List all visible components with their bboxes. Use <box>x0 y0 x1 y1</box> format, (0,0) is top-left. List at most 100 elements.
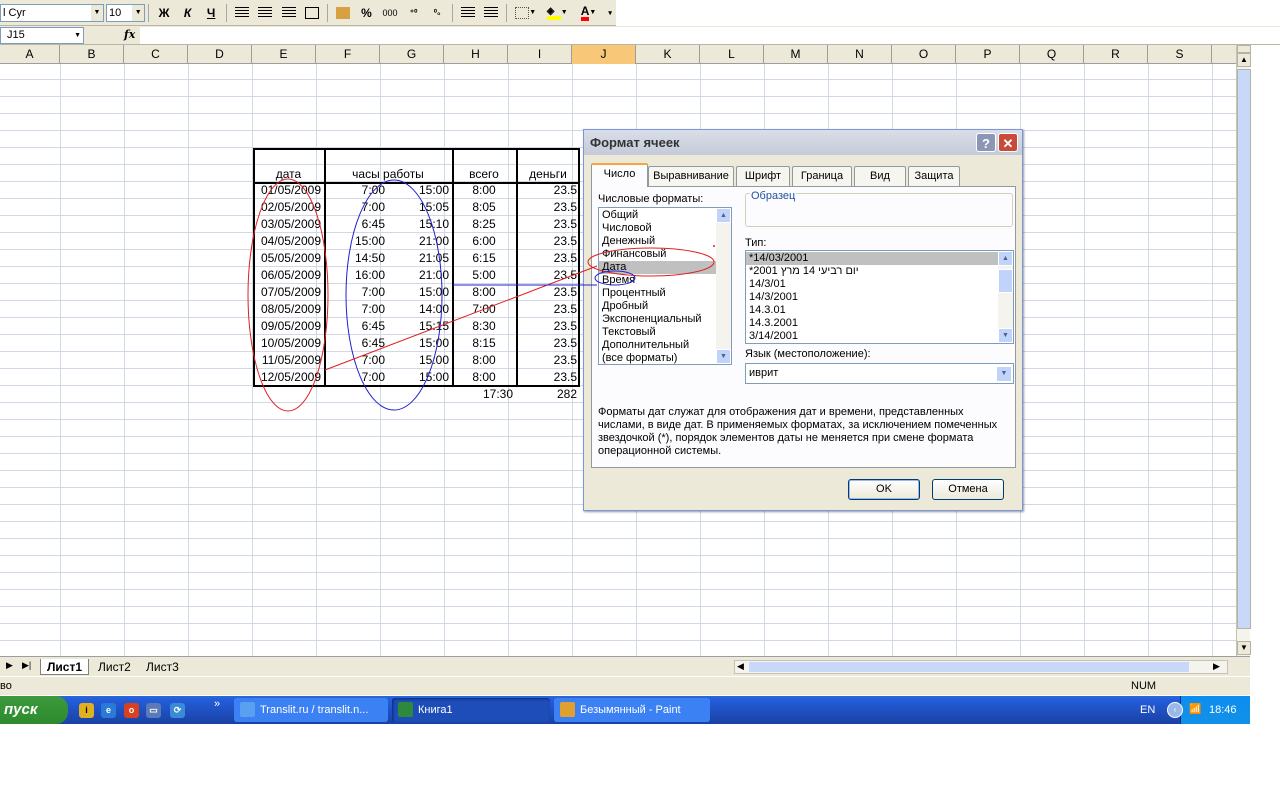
bold-button[interactable]: Ж <box>153 3 175 23</box>
locale-select[interactable]: иврит ▼ <box>745 363 1014 384</box>
date-type-item[interactable]: 14/3/2001 <box>746 291 1013 304</box>
browser-icon[interactable]: o <box>124 703 139 718</box>
money-cell[interactable]: 23.5 <box>516 335 580 352</box>
total-hours-cell[interactable]: 8:00 <box>452 284 516 301</box>
number-format-item[interactable]: Дата <box>599 261 731 274</box>
thousands-button[interactable]: 000 <box>379 3 401 23</box>
cancel-button[interactable]: Отмена <box>932 479 1004 500</box>
sheet-tab[interactable]: Лист2 <box>92 659 137 675</box>
percent-button[interactable]: % <box>356 3 378 23</box>
tab-scroll-next-icon[interactable]: ▶ <box>6 660 13 671</box>
money-cell[interactable]: 23.5 <box>516 216 580 233</box>
horizontal-scroll-thumb[interactable] <box>749 662 1189 672</box>
italic-button[interactable]: К <box>177 3 199 23</box>
internet-explorer-icon[interactable]: e <box>101 703 116 718</box>
money-cell[interactable]: 23.5 <box>516 199 580 216</box>
chevron-down-icon[interactable]: ▼ <box>90 4 103 21</box>
scroll-down-icon[interactable]: ▼ <box>716 349 731 364</box>
money-cell[interactable]: 23.5 <box>516 182 580 199</box>
end-time-cell[interactable]: 15:00 <box>388 284 452 301</box>
start-time-cell[interactable]: 7:00 <box>324 369 388 386</box>
column-header[interactable]: J <box>572 45 636 64</box>
scroll-up-icon[interactable]: ▲ <box>998 251 1013 266</box>
header-date-cell[interactable]: дата <box>253 166 324 183</box>
number-format-item[interactable]: Экспоненциальный <box>599 313 731 326</box>
column-header[interactable]: C <box>124 45 188 64</box>
total-hours-cell[interactable]: 8:25 <box>452 216 516 233</box>
close-icon[interactable]: ✕ <box>998 133 1018 152</box>
start-time-cell[interactable]: 7:00 <box>324 352 388 369</box>
chevron-down-icon[interactable]: ▼ <box>74 28 81 43</box>
header-total-cell[interactable]: всего <box>452 166 516 183</box>
end-time-cell[interactable]: 21:00 <box>388 267 452 284</box>
total-hours-cell[interactable]: 6:15 <box>452 250 516 267</box>
date-cell[interactable]: 03/05/2009 <box>253 216 324 233</box>
tab-fill[interactable]: Вид <box>854 166 906 186</box>
ok-button[interactable]: OK <box>848 479 920 500</box>
scroll-down-icon[interactable]: ▼ <box>998 328 1013 343</box>
end-time-cell[interactable]: 21:05 <box>388 250 452 267</box>
split-handle[interactable] <box>1237 45 1251 53</box>
column-header[interactable]: I <box>508 45 572 64</box>
column-header[interactable]: R <box>1084 45 1148 64</box>
header-money-cell[interactable]: деньги <box>516 166 580 183</box>
quicklaunch-more-icon[interactable]: » <box>214 698 220 710</box>
column-header[interactable]: Q <box>1020 45 1084 64</box>
scroll-down-icon[interactable]: ▼ <box>1237 641 1251 655</box>
align-right-button[interactable] <box>278 3 300 23</box>
money-cell[interactable]: 23.5 <box>516 369 580 386</box>
refresh-icon[interactable]: ⟳ <box>170 703 185 718</box>
column-header[interactable]: O <box>892 45 956 64</box>
number-format-item[interactable]: Дополнительный <box>599 339 731 352</box>
task-translit[interactable]: Translit.ru / translit.n... <box>234 698 388 722</box>
sum-hours-cell[interactable]: 17:30 <box>452 386 516 403</box>
task-excel[interactable]: Книга1 <box>392 698 550 722</box>
end-time-cell[interactable]: 15:00 <box>388 335 452 352</box>
align-left-button[interactable] <box>231 3 253 23</box>
sum-money-cell[interactable]: 282 <box>516 386 580 403</box>
money-cell[interactable]: 23.5 <box>516 318 580 335</box>
total-hours-cell[interactable]: 6:00 <box>452 233 516 250</box>
number-format-item[interactable]: Числовой <box>599 222 731 235</box>
date-cell[interactable]: 11/05/2009 <box>253 352 324 369</box>
column-header[interactable]: H <box>444 45 508 64</box>
start-time-cell[interactable]: 16:00 <box>324 267 388 284</box>
column-header[interactable]: F <box>316 45 380 64</box>
scroll-left-icon[interactable]: ◀ <box>737 661 744 672</box>
decrease-indent-button[interactable] <box>457 3 479 23</box>
number-format-item[interactable]: Текстовый <box>599 326 731 339</box>
date-cell[interactable]: 07/05/2009 <box>253 284 324 301</box>
help-icon[interactable]: ? <box>976 133 996 152</box>
toolbar-options-button[interactable]: ▾ <box>605 3 615 23</box>
name-box[interactable]: J15 ▼ <box>0 27 84 44</box>
chevron-down-icon[interactable]: ▼ <box>996 366 1012 382</box>
total-hours-cell[interactable]: 8:00 <box>452 182 516 199</box>
start-time-cell[interactable]: 15:00 <box>324 233 388 250</box>
horizontal-scrollbar[interactable]: ◀ ▶ <box>734 660 1228 674</box>
currency-button[interactable] <box>332 3 354 23</box>
language-indicator[interactable]: EN <box>1140 696 1155 724</box>
align-center-button[interactable] <box>254 3 276 23</box>
total-hours-cell[interactable]: 8:05 <box>452 199 516 216</box>
column-header[interactable]: A <box>0 45 60 64</box>
money-cell[interactable]: 23.5 <box>516 284 580 301</box>
number-format-item[interactable]: Процентный <box>599 287 731 300</box>
date-type-item[interactable]: 14.3.2001 <box>746 317 1013 330</box>
end-time-cell[interactable]: 15:00 <box>388 352 452 369</box>
tab-protection[interactable]: Защита <box>908 166 960 186</box>
column-header[interactable]: S <box>1148 45 1212 64</box>
date-cell[interactable]: 10/05/2009 <box>253 335 324 352</box>
tab-scroll-last-icon[interactable]: ▶| <box>22 660 31 671</box>
money-cell[interactable]: 23.5 <box>516 301 580 318</box>
column-header[interactable]: E <box>252 45 316 64</box>
tab-number[interactable]: Число <box>591 163 648 187</box>
decrease-decimal-button[interactable]: ⁰₀ <box>426 3 448 23</box>
date-cell[interactable]: 05/05/2009 <box>253 250 324 267</box>
money-cell[interactable]: 23.5 <box>516 233 580 250</box>
money-cell[interactable]: 23.5 <box>516 250 580 267</box>
vertical-scroll-thumb[interactable] <box>1237 69 1251 629</box>
column-header[interactable]: M <box>764 45 828 64</box>
date-type-item[interactable]: *14/03/2001 <box>746 252 1013 265</box>
end-time-cell[interactable]: 15:05 <box>388 199 452 216</box>
font-color-button[interactable]: A ▼ <box>574 3 603 23</box>
